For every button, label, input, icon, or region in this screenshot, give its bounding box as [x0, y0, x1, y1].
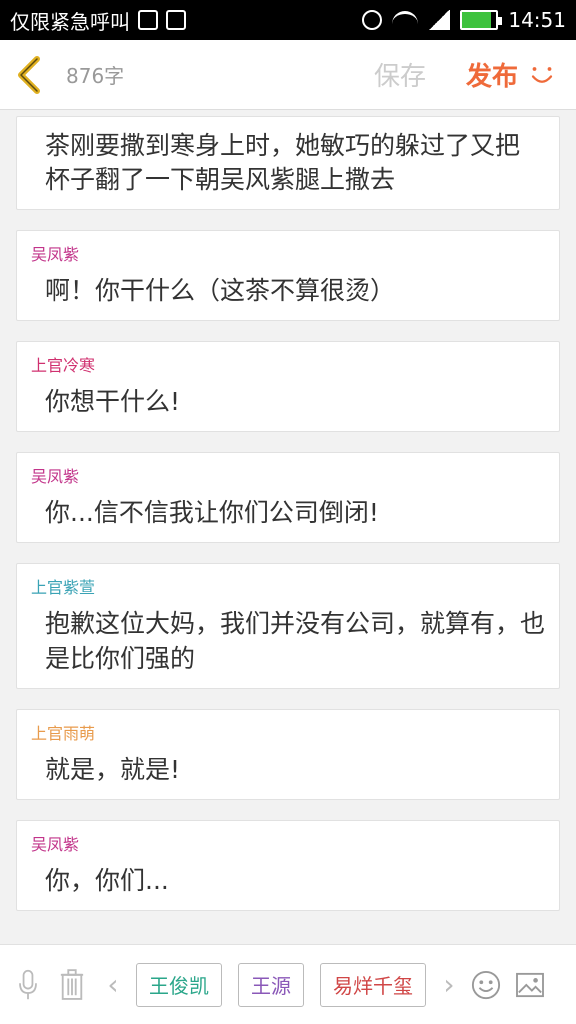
dialogue-card[interactable]: 吴凤紫 啊！你干什么（这茶不算很烫） — [16, 230, 560, 321]
back-button[interactable] — [0, 40, 60, 110]
chevron-left-icon[interactable]: ‹ — [104, 968, 122, 1001]
top-toolbar: 876字 保存 发布 — [0, 40, 576, 110]
speaker-name: 上官冷寒 — [31, 356, 96, 375]
status-bar: 仅限紧急呼叫 14:51 — [0, 0, 576, 40]
image-icon — [138, 10, 158, 30]
narration-card[interactable]: 茶刚要撒到寒身上时，她敏巧的躲过了又把杯子翻了一下朝吴风紫腿上撒去 — [16, 116, 560, 210]
wifi-icon — [392, 11, 419, 29]
dialogue-text: 啊！你干什么（这茶不算很烫） — [45, 276, 396, 305]
story-content[interactable]: 茶刚要撒到寒身上时，她敏巧的躲过了又把杯子翻了一下朝吴风紫腿上撒去 吴凤紫 啊！… — [0, 110, 576, 944]
android-icon — [166, 10, 186, 30]
character-chip[interactable]: 王源 — [238, 962, 304, 1007]
dialogue-card[interactable]: 吴凤紫 你...信不信我让你们公司倒闭! — [16, 452, 560, 543]
status-right: 14:51 — [362, 8, 566, 32]
smile-icon[interactable] — [522, 55, 562, 95]
signal-icon — [428, 10, 451, 30]
chevron-left-icon — [18, 55, 40, 94]
dialogue-text: 抱歉这位大妈，我们并没有公司，就算有，也是比你们强的 — [45, 609, 546, 673]
speaker-name: 上官紫萱 — [31, 578, 96, 597]
speaker-name: 吴凤紫 — [31, 467, 80, 486]
publish-button[interactable]: 发布 — [466, 56, 518, 93]
emoji-icon[interactable] — [468, 965, 504, 1005]
chevron-right-icon[interactable]: › — [440, 968, 458, 1001]
bottom-toolbar: ‹ 王俊凯 王源 易烊千玺 › — [0, 944, 576, 1024]
status-left: 仅限紧急呼叫 — [10, 6, 186, 35]
microphone-icon[interactable] — [10, 965, 46, 1005]
dialogue-text: 你，你们... — [45, 866, 169, 895]
save-button[interactable]: 保存 — [374, 56, 426, 93]
word-count: 876字 — [66, 64, 125, 88]
speaker-name: 吴凤紫 — [31, 245, 80, 264]
battery-icon — [460, 10, 503, 30]
character-chip[interactable]: 易烊千玺 — [320, 962, 426, 1007]
trash-icon[interactable] — [54, 965, 90, 1005]
alarm-icon — [362, 10, 383, 30]
narration-text: 茶刚要撒到寒身上时，她敏巧的躲过了又把杯子翻了一下朝吴风紫腿上撒去 — [45, 131, 521, 194]
dialogue-card[interactable]: 上官雨萌 就是，就是! — [16, 709, 560, 800]
speaker-name: 吴凤紫 — [31, 835, 80, 854]
character-chip[interactable]: 王俊凯 — [136, 962, 222, 1007]
speaker-name: 上官雨萌 — [31, 724, 96, 743]
carrier-text: 仅限紧急呼叫 — [10, 9, 130, 34]
dialogue-text: 你想干什么! — [45, 387, 181, 416]
dialogue-card[interactable]: 吴凤紫 你，你们... — [16, 820, 560, 911]
image-icon[interactable] — [512, 965, 548, 1005]
dialogue-card[interactable]: 上官冷寒 你想干什么! — [16, 341, 560, 432]
status-time: 14:51 — [508, 8, 566, 32]
dialogue-card[interactable]: 上官紫萱 抱歉这位大妈，我们并没有公司，就算有，也是比你们强的 — [16, 563, 560, 689]
dialogue-text: 你...信不信我让你们公司倒闭! — [45, 498, 379, 527]
dialogue-text: 就是，就是! — [45, 755, 181, 784]
